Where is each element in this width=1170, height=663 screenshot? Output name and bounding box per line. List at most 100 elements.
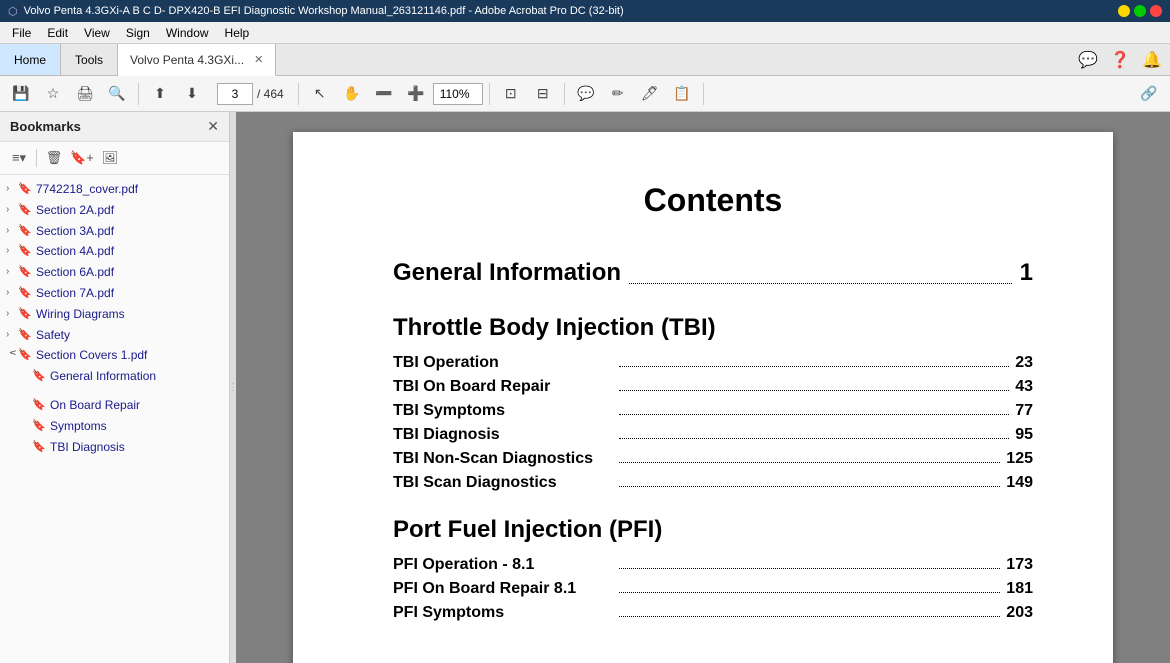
toc-pfi-obr-page: 181 <box>1006 580 1033 598</box>
toc-tbi-diagnosis[interactable]: TBI Diagnosis 95 <box>393 426 1033 444</box>
bookmark-page-button[interactable]: ☆ <box>38 80 68 108</box>
tab-tools[interactable]: Tools <box>61 44 118 75</box>
prev-page-button[interactable]: ⬆ <box>145 80 175 108</box>
menu-view[interactable]: View <box>76 24 118 42</box>
toc-tbi-scan-page: 149 <box>1006 474 1033 492</box>
pdf-area: Contents General Information 1 Throttle … <box>236 112 1170 663</box>
next-page-button[interactable]: ⬇ <box>177 80 207 108</box>
bm-options-button[interactable]: ≡▾ <box>6 146 32 170</box>
toc-tbi-symptoms-dots <box>619 414 1009 415</box>
bookmark-item-sec2a[interactable]: › 🔖 Section 2A.pdf <box>0 200 229 221</box>
bm-delete-button[interactable]: 🗑 <box>41 146 67 170</box>
toc-tbi-operation-label: TBI Operation <box>393 354 613 372</box>
toc-main-geninfo[interactable]: General Information 1 <box>393 259 1033 290</box>
bm-label-safety: Safety <box>36 327 221 344</box>
bm-label-geninfo: General Information <box>50 368 221 385</box>
bookmark-item-cover[interactable]: › 🔖 7742218_cover.pdf <box>0 179 229 200</box>
menu-window[interactable]: Window <box>158 24 217 42</box>
toc-tbi-operation[interactable]: TBI Operation 23 <box>393 354 1033 372</box>
close-button[interactable] <box>1150 5 1162 17</box>
bm-arrow-sec6a: › <box>6 265 18 279</box>
bm-new-button[interactable]: 🔖+ <box>69 146 95 170</box>
toolbar: 💾 ☆ 🖨 🔍 ⬆ ⬇ / 464 ↖ ✋ ➖ ➕ 110% ⊡ ⊟ 💬 ✏ 🖊… <box>0 76 1170 112</box>
menu-file[interactable]: File <box>4 24 39 42</box>
toc-tbi-symptoms[interactable]: TBI Symptoms 77 <box>393 402 1033 420</box>
toc-pfi-obr-label: PFI On Board Repair 8.1 <box>393 580 613 598</box>
bookmark-item-geninfo[interactable]: 🔖 General Information <box>0 366 229 387</box>
bookmark-item-sec7a[interactable]: › 🔖 Section 7A.pdf <box>0 283 229 304</box>
zoom-out-button[interactable]: ➖ <box>369 80 399 108</box>
bookmark-item-sec6a[interactable]: › 🔖 Section 6A.pdf <box>0 262 229 283</box>
stamp-button[interactable]: 📋 <box>667 80 697 108</box>
bookmark-item-sec4a[interactable]: › 🔖 Section 4A.pdf <box>0 241 229 262</box>
toc-tbi-obr-label: TBI On Board Repair <box>393 378 613 396</box>
toc-tbi-obr[interactable]: TBI On Board Repair 43 <box>393 378 1033 396</box>
toc-section-tbi-title: Throttle Body Injection (TBI) <box>393 314 1033 342</box>
edit-button[interactable]: ✏ <box>603 80 633 108</box>
menu-sign[interactable]: Sign <box>118 24 158 42</box>
bm-label-tbidiag: TBI Diagnosis <box>50 439 221 456</box>
tab-close-button[interactable]: ✕ <box>254 53 263 66</box>
bookmark-item-wiring[interactable]: › 🔖 Wiring Diagrams <box>0 304 229 325</box>
menu-help[interactable]: Help <box>217 24 258 42</box>
document-tab-label: Volvo Penta 4.3GXi... <box>130 53 244 67</box>
toc-tbi-nonscan[interactable]: TBI Non-Scan Diagnostics 125 <box>393 450 1033 468</box>
toc-pfi-obr[interactable]: PFI On Board Repair 8.1 181 <box>393 580 1033 598</box>
share-button[interactable]: 🔗 <box>1134 80 1164 108</box>
page-navigation: / 464 <box>217 83 284 105</box>
toc-pfi-symptoms-page: 203 <box>1006 604 1033 622</box>
maximize-button[interactable] <box>1134 5 1146 17</box>
bm-properties-button[interactable]: 🖼 <box>97 146 123 170</box>
menu-bar: File Edit View Sign Window Help <box>0 22 1170 44</box>
chat-icon[interactable]: 💬 <box>1078 50 1098 70</box>
tab-tools-label: Tools <box>75 53 103 67</box>
tab-home[interactable]: Home <box>0 44 61 75</box>
comment-button[interactable]: 💬 <box>571 80 601 108</box>
bm-label-symptoms: Symptoms <box>50 418 221 435</box>
fit-width-button[interactable]: ⊟ <box>528 80 558 108</box>
toc-pfi-symptoms[interactable]: PFI Symptoms 203 <box>393 604 1033 622</box>
toc-pfi-operation-page: 173 <box>1006 556 1033 574</box>
toc-section-pfi-title: Port Fuel Injection (PFI) <box>393 516 1033 544</box>
bm-bookmark-icon-7a: 🔖 <box>18 286 32 301</box>
page-input[interactable] <box>217 83 253 105</box>
bookmark-item-symptoms[interactable]: 🔖 Symptoms <box>0 416 229 437</box>
panel-title: Bookmarks <box>10 119 81 134</box>
toolbar-sep-3 <box>489 83 490 105</box>
bm-arrow-wiring: › <box>6 307 18 321</box>
bookmark-item-safety[interactable]: › 🔖 Safety <box>0 325 229 346</box>
panel-close-button[interactable]: ✕ <box>207 118 219 135</box>
bm-arrow-sec3a: › <box>6 224 18 238</box>
toc-tbi-scan[interactable]: TBI Scan Diagnostics 149 <box>393 474 1033 492</box>
bookmark-item-tbidiag[interactable]: 🔖 TBI Diagnosis <box>0 437 229 458</box>
toolbar-sep-4 <box>564 83 565 105</box>
bm-bookmark-icon-3a: 🔖 <box>18 224 32 239</box>
main-area: Bookmarks ✕ ≡▾ 🗑 🔖+ 🖼 › 🔖 7742218_cover.… <box>0 112 1170 663</box>
bm-bookmark-icon: 🔖 <box>18 182 32 197</box>
markup-button[interactable]: 🖊 <box>635 80 665 108</box>
bookmark-item-obr[interactable]: 🔖 On Board Repair <box>0 395 229 416</box>
bm-arrow-sec7a: › <box>6 286 18 300</box>
toc-pfi-operation[interactable]: PFI Operation - 8.1 173 <box>393 556 1033 574</box>
minimize-button[interactable] <box>1118 5 1130 17</box>
bm-label-cover: 7742218_cover.pdf <box>36 181 221 198</box>
bm-bookmark-icon-obr: 🔖 <box>32 398 46 413</box>
tab-document[interactable]: Volvo Penta 4.3GXi... ✕ <box>118 44 276 76</box>
help-icon[interactable]: ❓ <box>1110 50 1130 70</box>
bookmark-item-sec3a[interactable]: › 🔖 Section 3A.pdf <box>0 221 229 242</box>
app-icon: ⬡ <box>8 5 18 18</box>
pan-tool[interactable]: ✋ <box>337 80 367 108</box>
zoom-in-button[interactable]: ➕ <box>401 80 431 108</box>
toolbar-right: 🔗 <box>1134 80 1164 108</box>
zoom-level[interactable]: 110% <box>433 83 483 105</box>
print-button[interactable]: 🖨 <box>70 80 100 108</box>
bookmark-item-seccovers[interactable]: ∨ 🔖 Section Covers 1.pdf <box>0 345 229 366</box>
fit-page-button[interactable]: ⊡ <box>496 80 526 108</box>
search-button[interactable]: 🔍 <box>102 80 132 108</box>
notification-icon[interactable]: 🔔 <box>1142 50 1162 70</box>
cursor-tool[interactable]: ↖ <box>305 80 335 108</box>
toc-tbi-symptoms-label: TBI Symptoms <box>393 402 613 420</box>
bm-label-wiring: Wiring Diagrams <box>36 306 221 323</box>
menu-edit[interactable]: Edit <box>39 24 76 42</box>
save-button[interactable]: 💾 <box>6 80 36 108</box>
